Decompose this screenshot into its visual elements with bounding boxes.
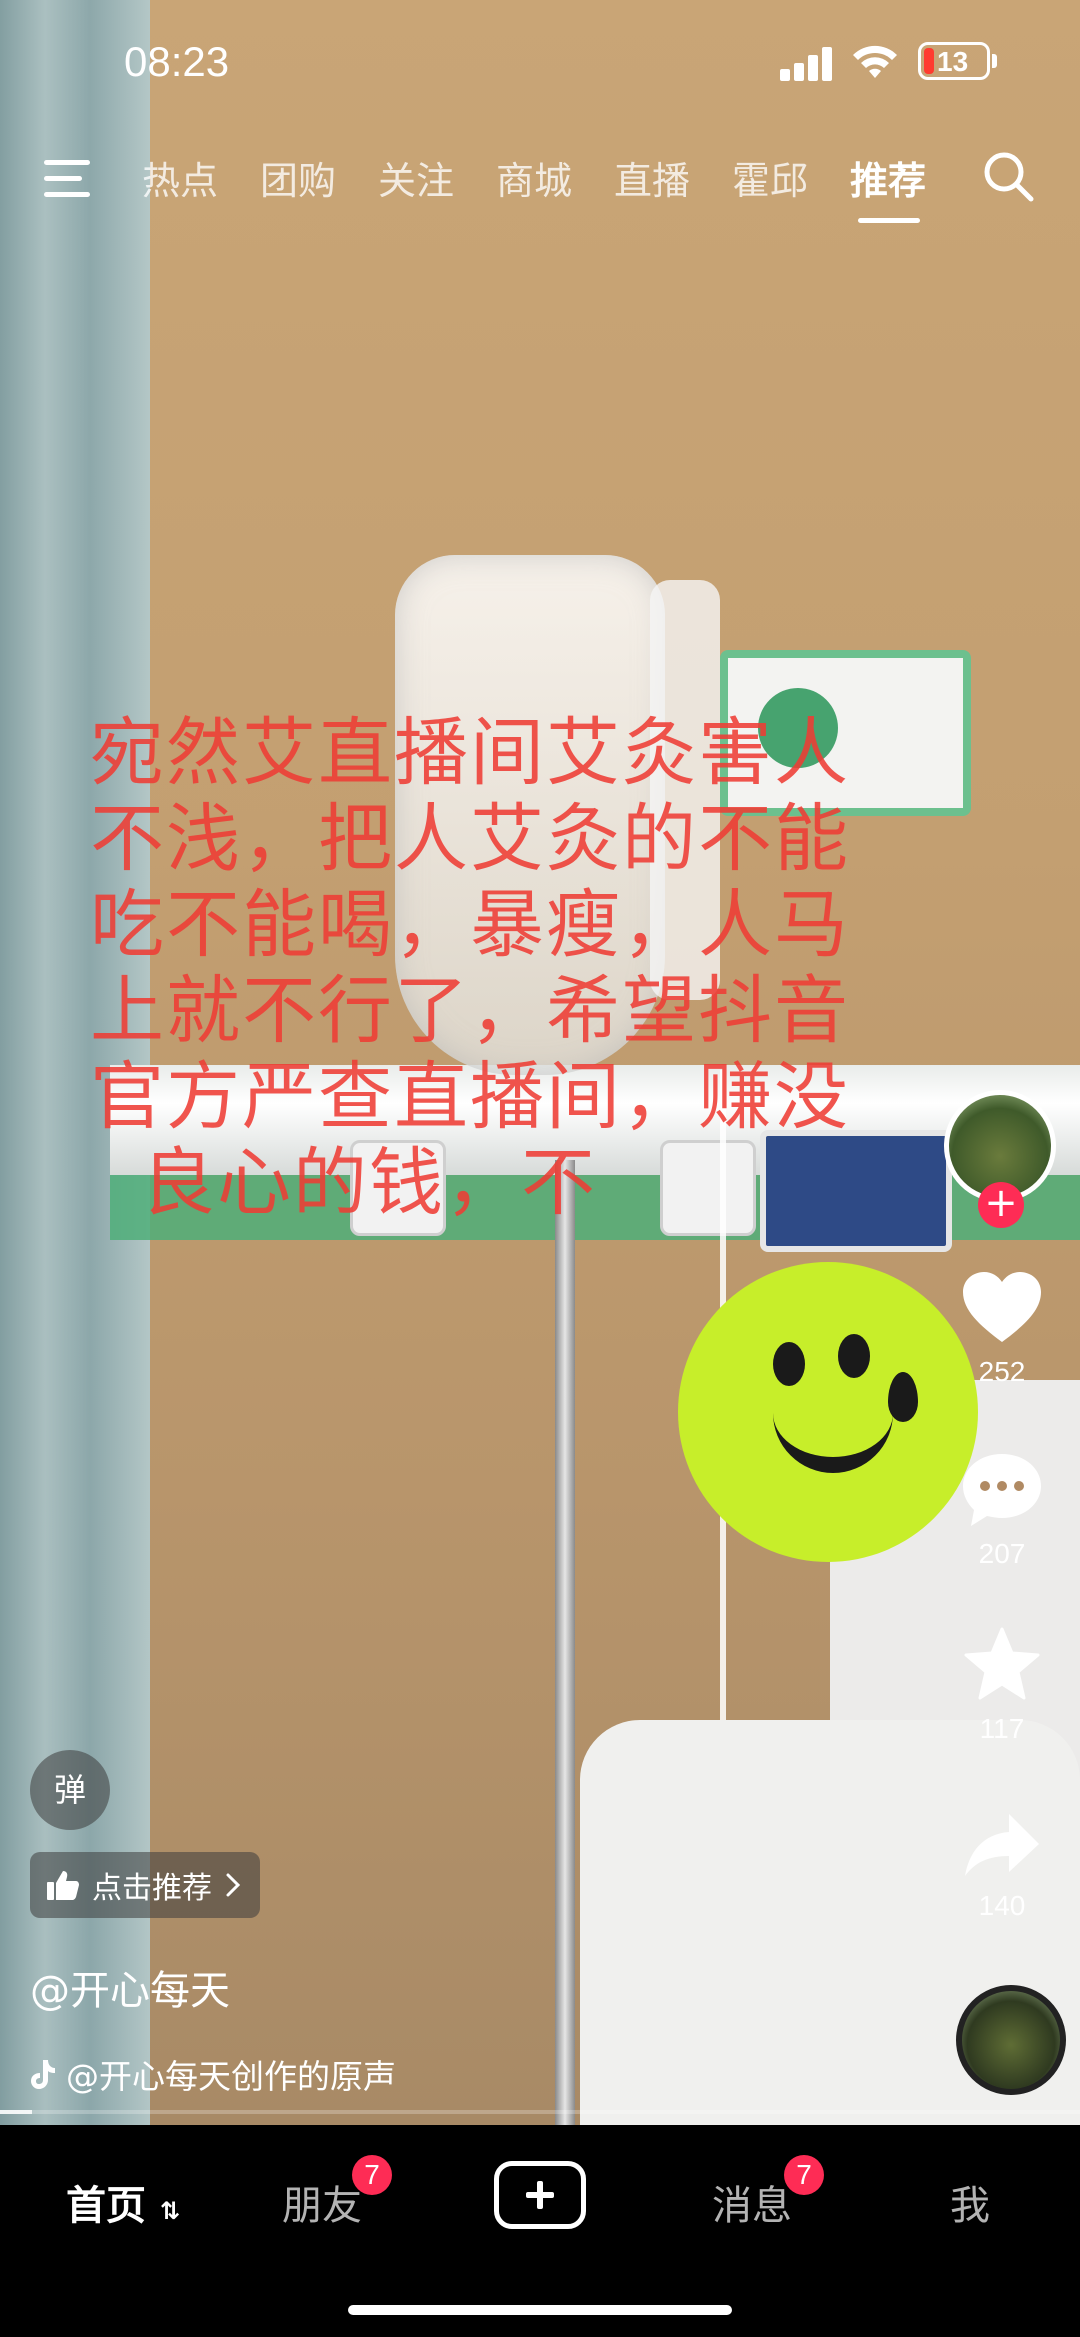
music-title: @开心每天创作的原声 xyxy=(66,2057,396,2096)
share-action[interactable]: 140 xyxy=(932,1810,1072,1922)
video-player[interactable]: 宛然艾直播间艾灸害人 不浅，把人艾灸的不能 吃不能喝，暴瘦，人马 上就不行了，希… xyxy=(0,0,1080,2125)
battery-icon: 13 xyxy=(918,42,990,80)
top-nav: 热点 团购 关注 商城 直播 霍邱 推荐 xyxy=(0,140,1080,240)
bottom-nav: 首页 ⇅ 朋友 7 消息 7 我 xyxy=(0,2125,1080,2337)
recommend-button[interactable]: 点击推荐 xyxy=(30,1852,260,1918)
nav-me[interactable]: 我 xyxy=(950,2173,990,2231)
tab-mall[interactable]: 商城 xyxy=(496,150,572,205)
wifi-icon xyxy=(853,45,897,78)
share-count: 140 xyxy=(978,1890,1026,1921)
nav-friends[interactable]: 朋友 xyxy=(282,2173,362,2231)
comment-action[interactable]: 207 xyxy=(932,1450,1072,1570)
sticker-eye xyxy=(838,1334,870,1378)
favorite-count: 117 xyxy=(979,1713,1025,1744)
status-bar: 08:23 13 xyxy=(0,0,1080,130)
thumbs-up-icon xyxy=(47,1871,79,1900)
author-name[interactable]: @开心每天 xyxy=(30,1958,230,2016)
chevron-right-icon xyxy=(226,1873,241,1897)
favorite-action[interactable]: 117 xyxy=(932,1625,1072,1745)
plus-icon xyxy=(526,2181,554,2209)
like-count: 252 xyxy=(978,1356,1026,1387)
sticker-eye xyxy=(773,1342,805,1386)
active-tab-indicator xyxy=(858,218,920,223)
follow-button[interactable]: + xyxy=(978,1182,1024,1228)
tab-following[interactable]: 关注 xyxy=(378,150,454,205)
messages-badge: 7 xyxy=(784,2155,824,2195)
heart-icon xyxy=(963,1272,1041,1342)
menu-icon[interactable] xyxy=(44,152,96,204)
tab-local[interactable]: 霍邱 xyxy=(732,150,808,205)
share-arrow-icon xyxy=(965,1814,1039,1876)
star-icon xyxy=(964,1627,1040,1700)
nav-home[interactable]: 首页 ⇅ xyxy=(66,2173,180,2231)
music-disc[interactable] xyxy=(956,1985,1066,2095)
like-action[interactable]: 252 xyxy=(932,1270,1072,1388)
refresh-arrows-icon: ⇅ xyxy=(159,2197,181,2225)
video-caption-overlay: 宛然艾直播间艾灸害人 不浅，把人艾灸的不能 吃不能喝，暴瘦，人马 上就不行了，希… xyxy=(90,710,850,1226)
music-info[interactable]: @开心每天创作的原声 xyxy=(30,2050,396,2098)
tab-live[interactable]: 直播 xyxy=(614,150,690,205)
tab-recommend[interactable]: 推荐 xyxy=(850,150,926,205)
danmaku-toggle[interactable]: 弹 xyxy=(30,1750,110,1830)
status-time: 08:23 xyxy=(124,38,230,85)
signal-icon xyxy=(780,45,840,81)
iv-pole xyxy=(555,1160,575,2125)
sticker-mouth xyxy=(773,1412,893,1473)
nav-messages[interactable]: 消息 xyxy=(712,2173,792,2231)
friends-badge: 7 xyxy=(352,2155,392,2195)
video-progress-bar[interactable] xyxy=(0,2110,1080,2114)
home-indicator xyxy=(348,2305,732,2315)
create-button[interactable] xyxy=(494,2161,586,2229)
tab-group-buy[interactable]: 团购 xyxy=(260,150,336,205)
battery-nub xyxy=(992,54,997,68)
battery-level: 13 xyxy=(937,46,969,77)
video-progress-fill xyxy=(0,2110,33,2114)
comment-icon xyxy=(963,1454,1041,1526)
tiktok-note-icon xyxy=(31,2060,55,2089)
search-icon[interactable] xyxy=(980,148,1036,204)
comment-count: 207 xyxy=(978,1538,1026,1569)
recommend-label: 点击推荐 xyxy=(92,1871,212,1906)
tab-hot[interactable]: 热点 xyxy=(142,150,218,205)
nav-home-label: 首页 xyxy=(66,2183,146,2229)
